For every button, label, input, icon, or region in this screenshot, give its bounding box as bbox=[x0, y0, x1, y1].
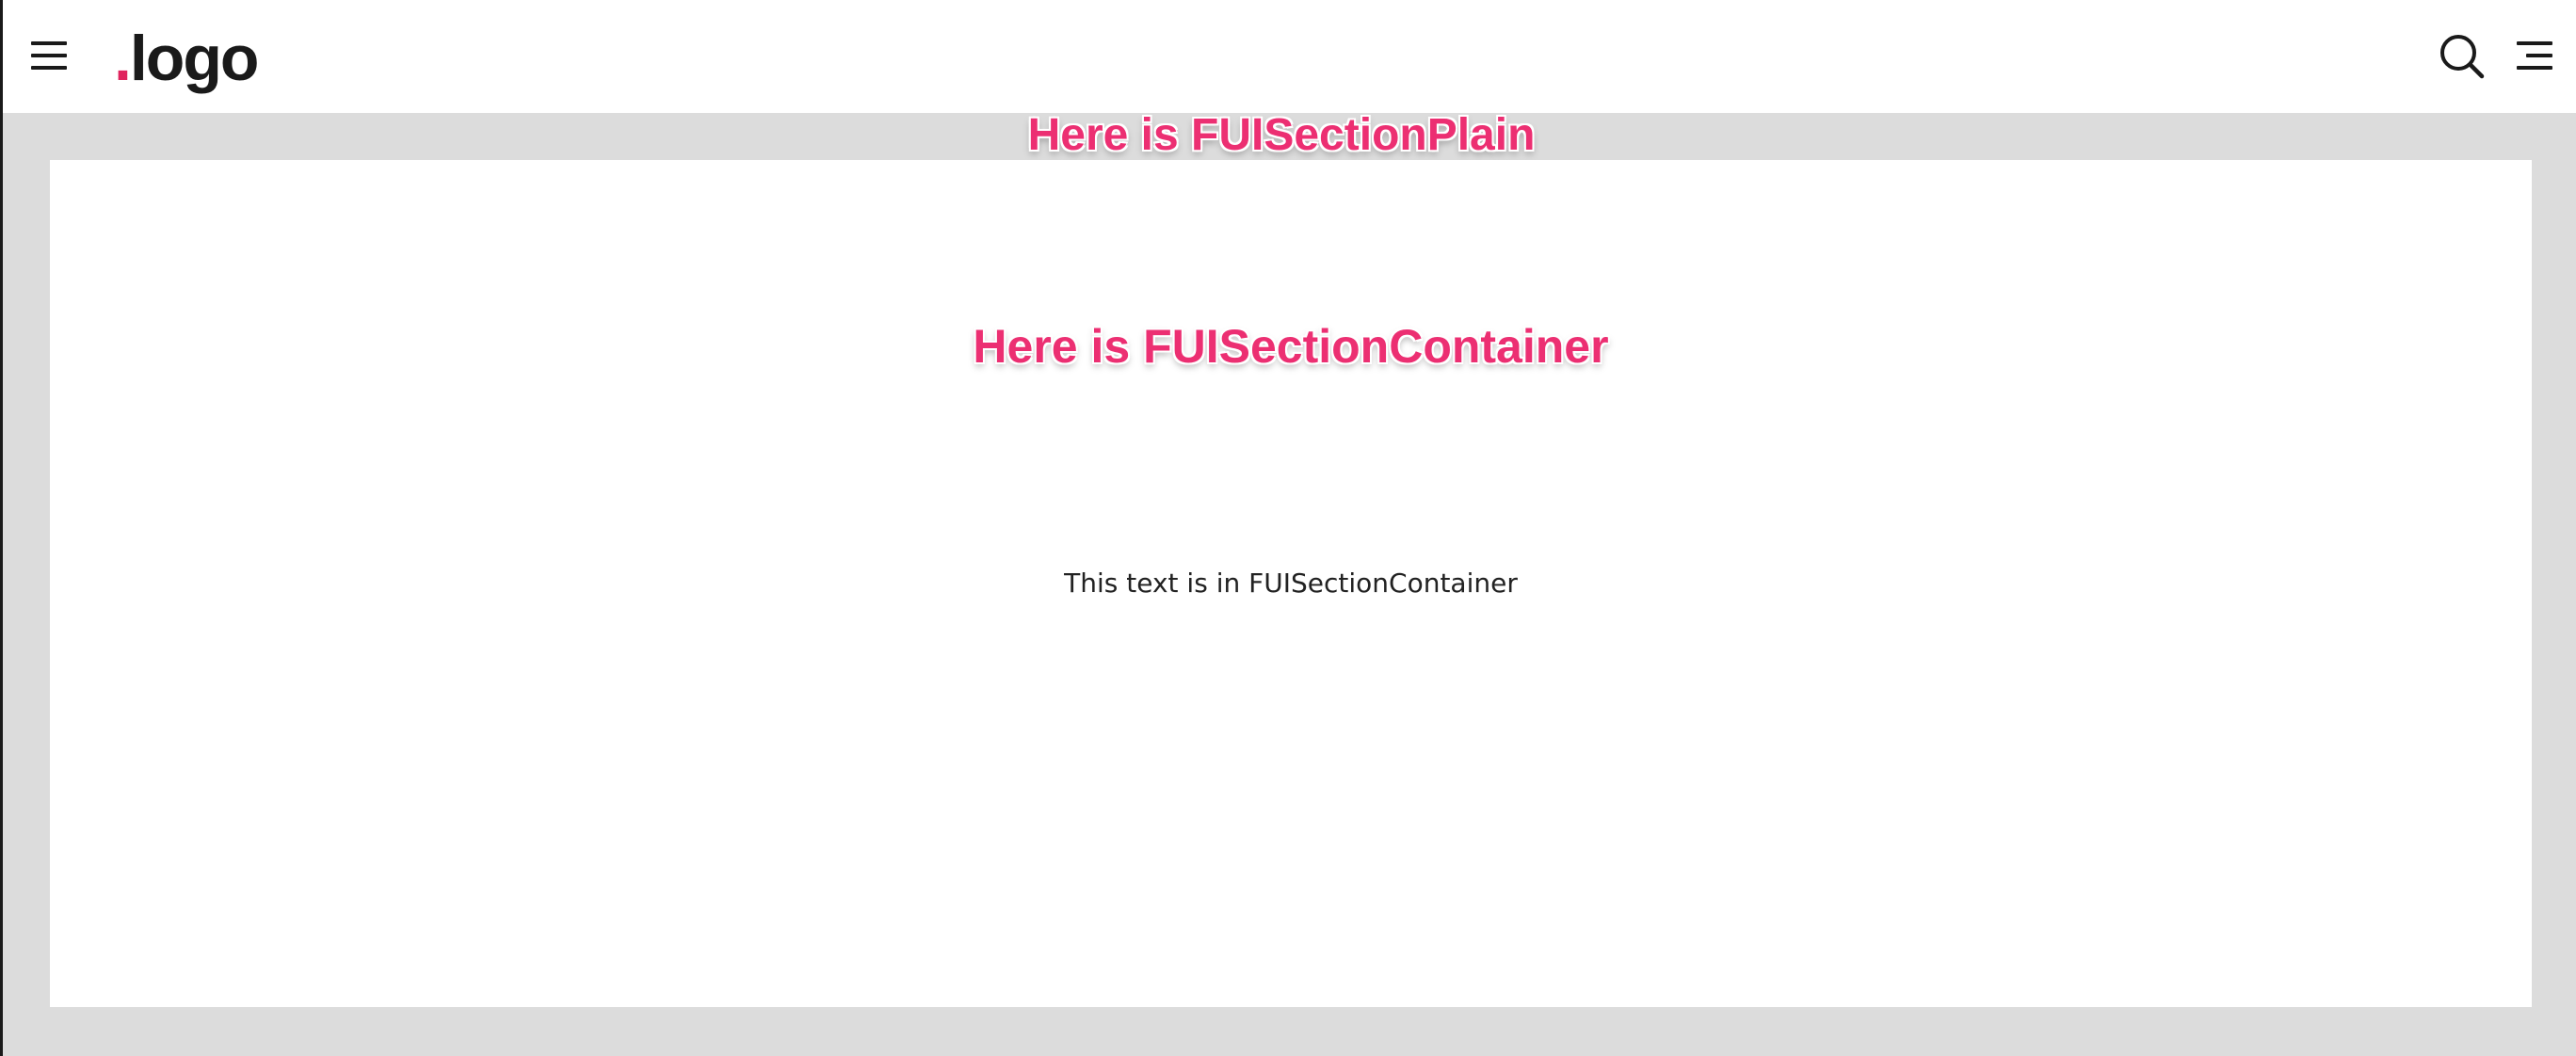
menu-button[interactable] bbox=[29, 38, 71, 75]
filter-button[interactable] bbox=[2513, 38, 2556, 75]
page: . logo Here is FUISectionPlain Here is F… bbox=[0, 0, 2576, 1056]
menu-icon-line bbox=[31, 66, 67, 70]
logo[interactable]: . logo bbox=[114, 21, 260, 96]
logo-dot: . bbox=[114, 23, 132, 94]
logo-text: logo bbox=[129, 23, 260, 94]
section-container: Here is FUISectionContainer This text is… bbox=[50, 160, 2532, 1007]
filter-icon-line bbox=[2517, 66, 2552, 70]
menu-icon-line bbox=[31, 54, 67, 57]
section-container-heading: Here is FUISectionContainer bbox=[973, 320, 1609, 373]
section-plain-heading: Here is FUISectionPlain bbox=[1027, 110, 1536, 160]
top-app-bar: . logo bbox=[3, 0, 2576, 113]
section-container-text: This text is in FUISectionContainer bbox=[1064, 568, 1518, 599]
menu-icon-line bbox=[31, 41, 67, 45]
search-button[interactable] bbox=[2438, 32, 2487, 81]
filter-icon-line bbox=[2517, 41, 2552, 45]
search-icon bbox=[2440, 35, 2485, 79]
filter-icon-line bbox=[2526, 54, 2552, 57]
